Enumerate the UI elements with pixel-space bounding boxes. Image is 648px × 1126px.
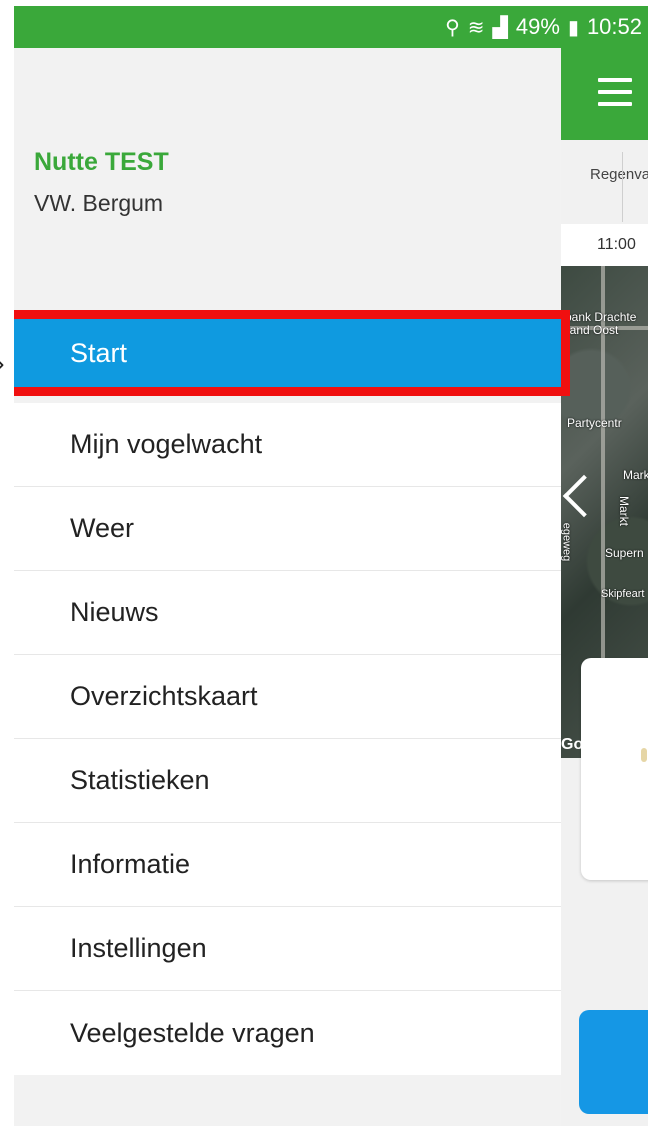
app-toolbar <box>561 48 648 140</box>
phone-screen: ⚲ ≋ ▟ 49% ▮ 10:52 Regenva 11:00 bank Dra… <box>14 6 648 1126</box>
menu-item-statistieken[interactable]: Statistieken <box>14 739 561 823</box>
map-label: Markt <box>617 496 631 526</box>
info-card <box>581 658 648 880</box>
divider <box>622 152 623 222</box>
map-label: land Oost <box>567 323 619 337</box>
map-label: Supern <box>605 546 644 560</box>
map-label: egeweg <box>561 522 573 562</box>
menu-item-label: Mijn vogelwacht <box>70 429 263 459</box>
signal-icon: ▟ <box>492 16 508 39</box>
menu-item-label: Statistieken <box>70 765 210 795</box>
background-app: Regenva 11:00 bank Drachte land Oost Par… <box>561 48 648 1126</box>
map-label: Mark <box>623 468 648 482</box>
chevron-left-icon[interactable] <box>562 474 606 518</box>
drawer-menu: Start Mijn vogelwacht Weer Nieuws Overzi… <box>14 310 570 1075</box>
menu-item-label: Weer <box>70 513 135 543</box>
battery-percent: 49% <box>515 14 560 39</box>
menu-item-informatie[interactable]: Informatie <box>14 823 561 907</box>
wifi-icon: ≋ <box>467 16 485 39</box>
action-button[interactable] <box>579 1010 648 1114</box>
map-label: bank Drachte <box>565 310 637 324</box>
menu-item-weer[interactable]: Weer <box>14 487 561 571</box>
menu-item-label: Informatie <box>70 849 191 879</box>
menu-item-veelgestelde-vragen[interactable]: Veelgestelde vragen <box>14 991 561 1075</box>
forecast-time: 11:00 <box>561 224 648 266</box>
menu-item-nieuws[interactable]: Nieuws <box>14 571 561 655</box>
navigation-drawer: Nutte TEST VW. Bergum Start Mijn vogelwa… <box>14 48 570 1126</box>
google-logo: Go <box>561 736 584 753</box>
menu-item-label: Veelgestelde vragen <box>70 1017 315 1048</box>
location-pin-icon: ⚲ <box>445 16 460 39</box>
map-label: Partycentr <box>567 416 622 430</box>
menu-item-label: Start <box>70 337 128 368</box>
user-name: Nutte TEST <box>34 148 169 176</box>
status-bar: ⚲ ≋ ▟ 49% ▮ 10:52 <box>14 6 648 48</box>
battery-charging-icon: ▮ <box>567 16 579 39</box>
menu-item-label: Instellingen <box>70 933 207 963</box>
arrow-pointer-icon: ⇒ <box>0 352 4 378</box>
menu-item-start[interactable]: Start <box>14 310 570 396</box>
menu-item-label: Overzichtskaart <box>70 681 258 711</box>
map-label: Skipfeart <box>601 588 645 600</box>
menu-item-overzichtskaart[interactable]: Overzichtskaart <box>14 655 561 739</box>
clock: 10:52 <box>586 14 642 39</box>
menu-item-mijn-vogelwacht[interactable]: Mijn vogelwacht <box>14 403 561 487</box>
hamburger-menu-icon[interactable] <box>598 78 632 106</box>
card-icon <box>641 748 647 762</box>
weather-label: Regenva <box>590 166 648 183</box>
time-label: 11:00 <box>597 236 636 253</box>
menu-item-label: Nieuws <box>70 597 159 627</box>
menu-item-instellingen[interactable]: Instellingen <box>14 907 561 991</box>
club-name: VW. Bergum <box>34 190 164 216</box>
